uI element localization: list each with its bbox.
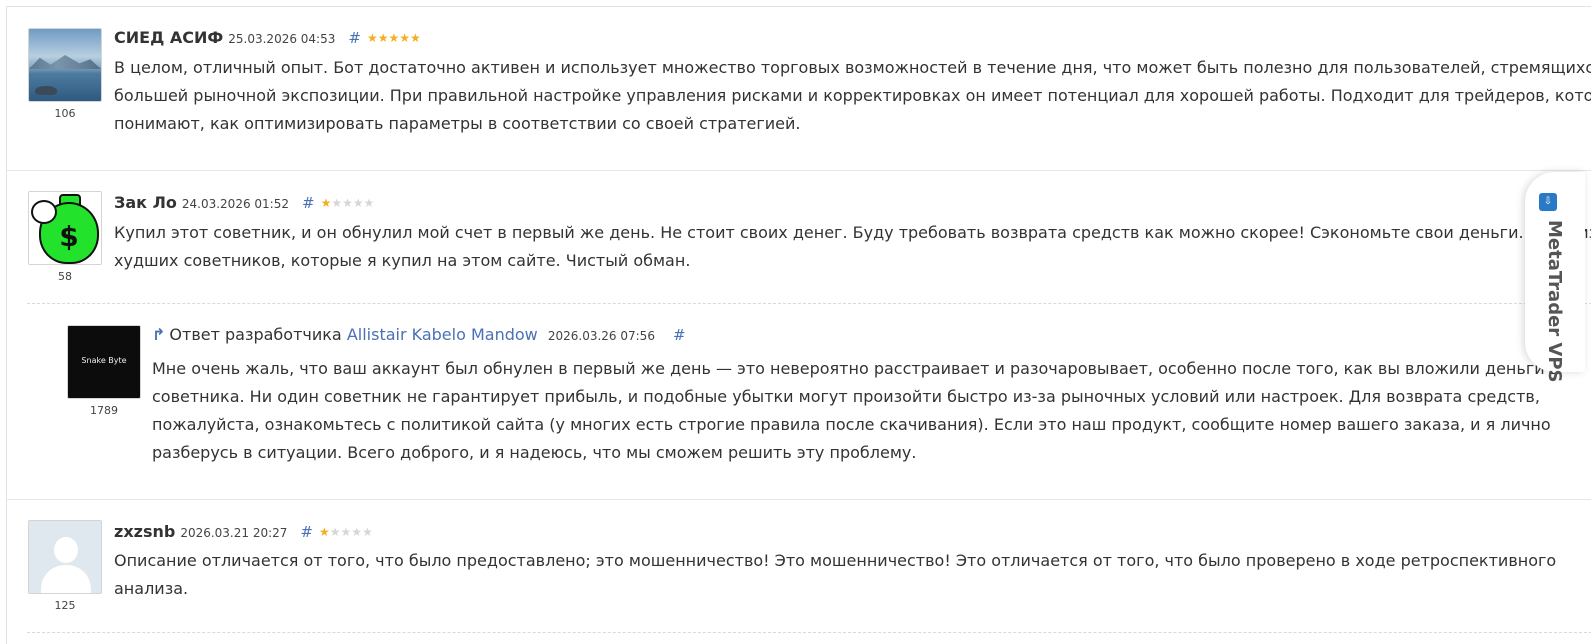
review-date: 25.03.2026 04:53 xyxy=(228,32,336,46)
author-name[interactable]: СИЕД АСИФ xyxy=(114,28,223,47)
reply-header: ↱ Ответ разработчика Allistair Kabelo Man… xyxy=(152,325,686,344)
review-1-avatar-block: 106 xyxy=(28,28,102,120)
star-filled-icon: ★ xyxy=(320,196,332,210)
developer-name-link[interactable]: Allistair Kabelo Mandow xyxy=(347,325,538,344)
star-filled-icon: ★ xyxy=(377,31,389,45)
permalink-hash[interactable]: # xyxy=(302,194,315,212)
review-text-line: понимают, как оптимизировать параметры в… xyxy=(114,114,801,133)
star-filled-icon: ★ xyxy=(319,525,330,539)
review-text-line: анализа. xyxy=(114,579,189,598)
vps-icon: ⇩ xyxy=(1539,193,1557,211)
user-rank: 106 xyxy=(54,107,76,120)
review-text-line: В целом, отличный опыт. Бот достаточно а… xyxy=(114,58,1591,77)
review-divider xyxy=(7,170,1591,171)
reply-label: Ответ разработчика xyxy=(169,325,342,344)
review-3-text: Описание отличается от того, что было пр… xyxy=(114,547,1556,603)
developer-avatar-block: Snake Byte 1789 xyxy=(67,325,141,417)
reviews-panel: 106 СИЕД АСИФ 25.03.2026 04:53 # ★★★★★ В… xyxy=(6,6,1591,644)
review-1-text: В целом, отличный опыт. Бот достаточно а… xyxy=(114,54,1591,138)
review-2-header: Зак Ло 24.03.2026 01:52 # ★★★★★ xyxy=(114,193,374,212)
review-date: 2026.03.21 20:27 xyxy=(180,526,288,540)
developer-logo-text: Snake Byte xyxy=(81,356,127,365)
vps-tab-label: MetaTrader VPS xyxy=(1544,220,1565,383)
permalink-hash[interactable]: # xyxy=(348,29,361,47)
star-empty-icon: ★ xyxy=(362,525,373,539)
star-empty-icon: ★ xyxy=(363,196,375,210)
review-2-text: Купил этот советник, и он обнулил мой сч… xyxy=(114,219,1591,275)
star-empty-icon: ★ xyxy=(340,525,352,539)
metatrader-vps-tab[interactable]: ⇩ MetaTrader VPS xyxy=(1525,172,1585,383)
star-filled-icon: ★ xyxy=(399,31,411,45)
rating-stars: ★★★★★ xyxy=(319,525,373,539)
review-text-line: Купил этот советник, и он обнулил мой сч… xyxy=(114,223,1591,242)
reply-text-line: Мне очень жаль, что ваш аккаунт был обну… xyxy=(152,359,1560,378)
review-divider xyxy=(7,499,1591,500)
rating-stars: ★★★★★ xyxy=(367,31,421,45)
review-1-header: СИЕД АСИФ 25.03.2026 04:53 # ★★★★★ xyxy=(114,28,421,47)
avatar[interactable] xyxy=(28,520,102,594)
permalink-hash[interactable]: # xyxy=(300,523,313,541)
permalink-hash[interactable]: # xyxy=(673,326,686,344)
star-empty-icon: ★ xyxy=(351,525,363,539)
star-filled-icon: ★ xyxy=(410,31,421,45)
star-empty-icon: ★ xyxy=(331,196,343,210)
reply-text: Мне очень жаль, что ваш аккаунт был обну… xyxy=(152,355,1559,467)
reply-text-line: пожалуйста, ознакомьтесь с политикой сай… xyxy=(152,415,1551,434)
star-filled-icon: ★ xyxy=(388,31,400,45)
author-name[interactable]: Зак Ло xyxy=(114,193,177,212)
star-empty-icon: ★ xyxy=(342,196,353,210)
reply-text-line: разберусь в ситуации. Всего доброго, и я… xyxy=(152,443,917,462)
star-empty-icon: ★ xyxy=(352,196,364,210)
review-date: 24.03.2026 01:52 xyxy=(181,197,289,211)
avatar[interactable] xyxy=(28,28,102,102)
review-divider xyxy=(27,632,1591,633)
developer-avatar[interactable]: Snake Byte xyxy=(67,325,141,399)
reply-arrow-icon: ↱ xyxy=(152,325,166,344)
review-text-line: худших советников, которые я купил на эт… xyxy=(114,251,691,270)
review-2-avatar-block: $ 58 xyxy=(28,191,102,283)
star-empty-icon: ★ xyxy=(329,525,341,539)
reply-text-line: советника. Ни один советник не гарантиру… xyxy=(152,387,1540,406)
developer-rank: 1789 xyxy=(90,404,118,417)
rating-stars: ★★★★★ xyxy=(321,196,375,210)
user-rank: 58 xyxy=(58,270,72,283)
review-text-line: большей рыночной экспозиции. При правиль… xyxy=(114,86,1591,105)
review-3-header: zxzsnb 2026.03.21 20:27 # ★★★★★ xyxy=(114,522,373,541)
avatar[interactable]: $ xyxy=(28,191,102,265)
author-name[interactable]: zxzsnb xyxy=(114,522,175,541)
review-3-avatar-block: 125 xyxy=(28,520,102,612)
reply-divider xyxy=(27,303,1591,304)
star-filled-icon: ★ xyxy=(366,31,378,45)
user-rank: 125 xyxy=(54,599,76,612)
reply-date: 2026.03.26 07:56 xyxy=(547,329,655,343)
review-text-line: Описание отличается от того, что было пр… xyxy=(114,551,1557,570)
